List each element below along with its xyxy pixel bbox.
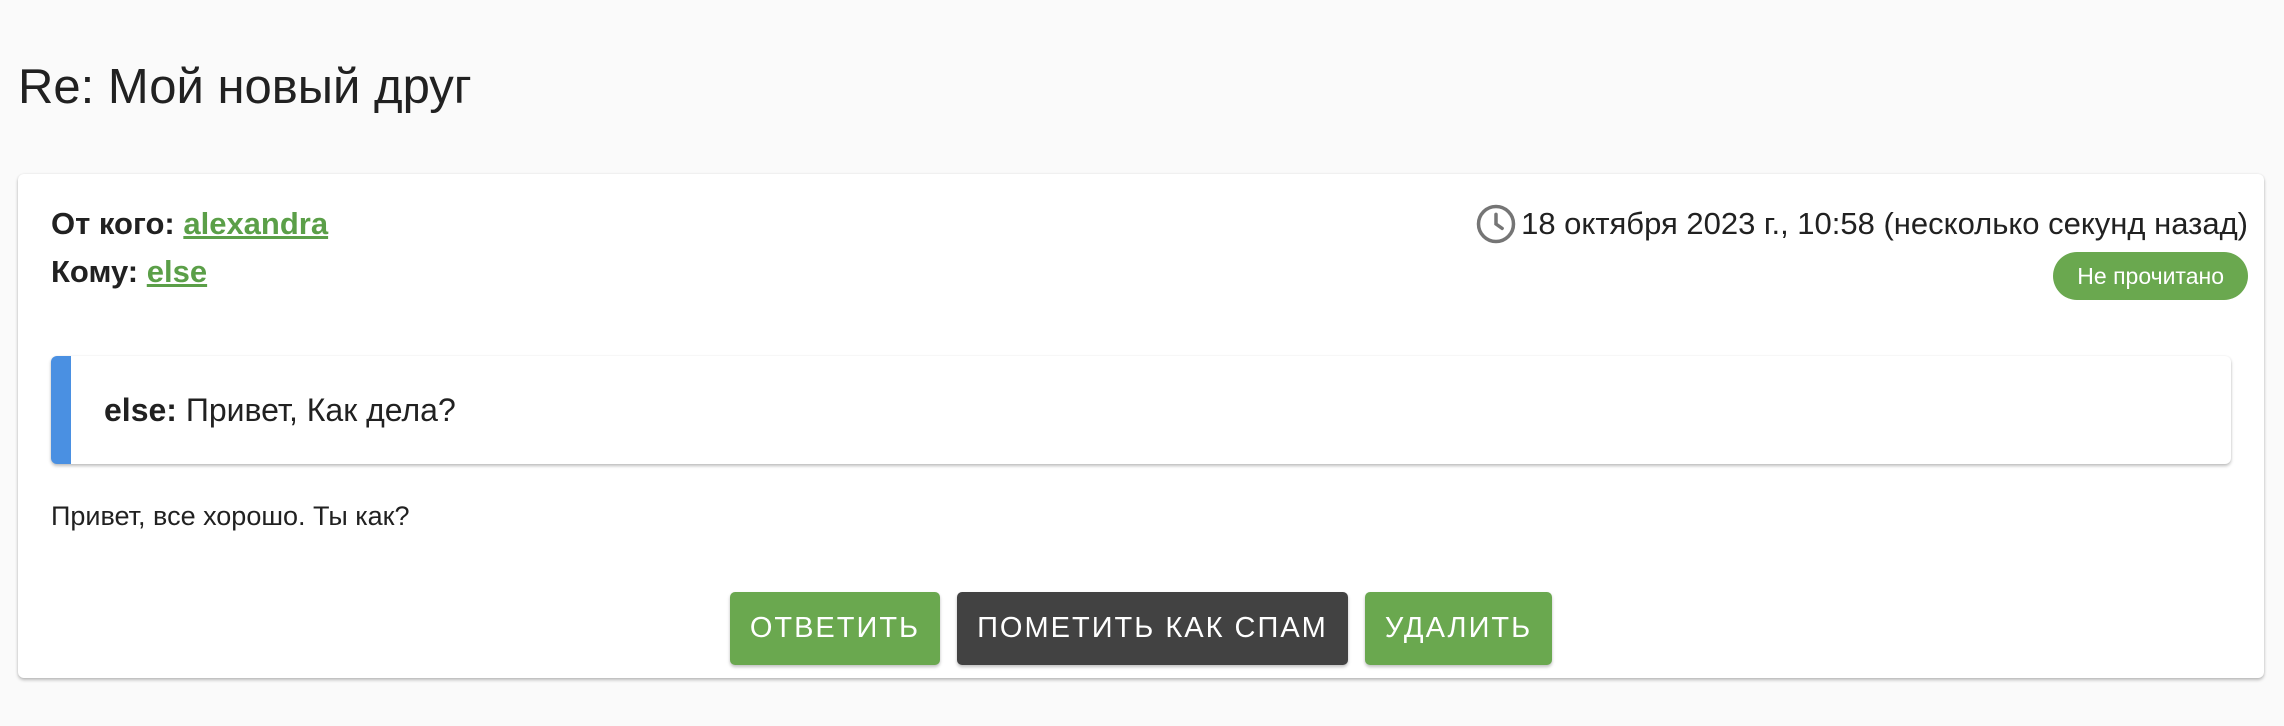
delete-button[interactable]: Удалить bbox=[1364, 592, 1553, 665]
quote-text: Привет, Как дела? bbox=[185, 392, 456, 428]
sender-link[interactable]: alexandra bbox=[183, 206, 328, 241]
message-date-line: 18 октября 2023 г., 10:58 (несколько сек… bbox=[1475, 200, 2248, 248]
quoted-message: else: Привет, Как дела? bbox=[51, 356, 2231, 464]
message-body: Привет, все хорошо. Ты как? bbox=[51, 501, 410, 531]
to-line: Кому: else bbox=[51, 248, 328, 296]
message-meta: От кого: alexandra Кому: else bbox=[51, 200, 328, 296]
message-info: 18 октября 2023 г., 10:58 (несколько сек… bbox=[1475, 200, 2248, 300]
unread-status-badge: Не прочитано bbox=[2053, 252, 2248, 300]
reply-button[interactable]: Ответить bbox=[729, 592, 941, 665]
clock-icon bbox=[1475, 203, 1517, 245]
message-date: 18 октября 2023 г., 10:58 (несколько сек… bbox=[1521, 206, 2248, 241]
from-label: От кого: bbox=[51, 206, 175, 241]
message-page: Re: Мой новый друг От кого: alexandra Ко… bbox=[0, 0, 2284, 726]
message-actions: Ответить Пометить как спам Удалить bbox=[18, 592, 2264, 665]
quote-author: else: bbox=[104, 392, 177, 428]
message-card: От кого: alexandra Кому: else 18 октября… bbox=[18, 174, 2264, 678]
to-label: Кому: bbox=[51, 254, 139, 289]
page-title: Re: Мой новый друг bbox=[18, 60, 472, 114]
recipient-link[interactable]: else bbox=[147, 254, 207, 289]
mark-spam-button[interactable]: Пометить как спам bbox=[957, 592, 1348, 665]
from-line: От кого: alexandra bbox=[51, 200, 328, 248]
